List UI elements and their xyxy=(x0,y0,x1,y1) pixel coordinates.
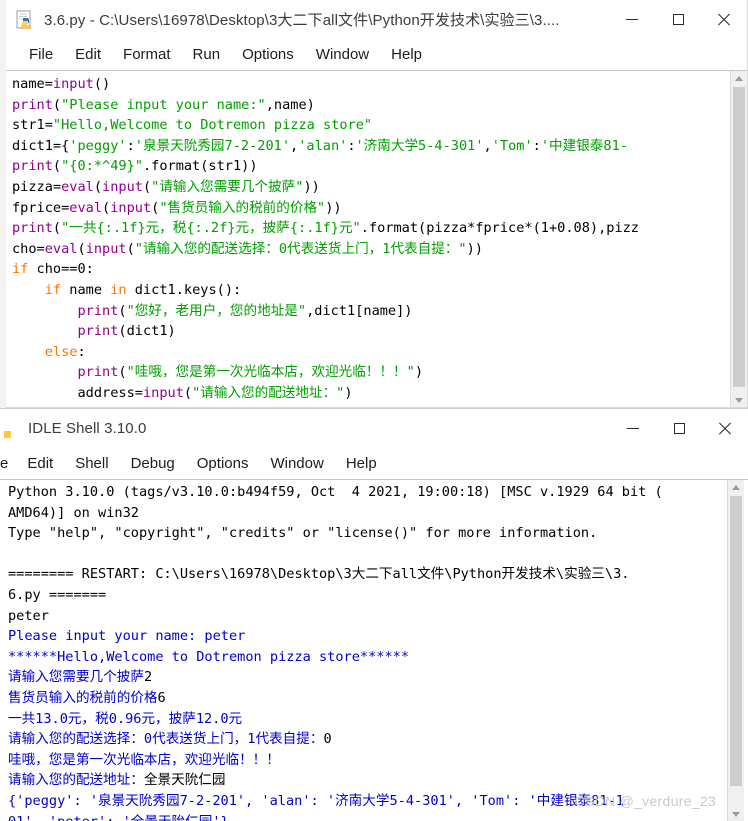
shell-titlebar: IDLE Shell 3.10.0 xyxy=(0,409,748,449)
code-line: print(dict1) xyxy=(77,323,176,340)
code-editor-textarea[interactable]: name=input() print("Please input your nam… xyxy=(6,71,730,407)
menu-file[interactable]: e xyxy=(0,449,16,479)
shell-menubar: e Edit Shell Debug Options Window Help xyxy=(0,449,748,479)
code-line: name=input() xyxy=(12,76,111,92)
menu-help[interactable]: Help xyxy=(335,449,388,479)
menu-file[interactable]: File xyxy=(18,40,64,70)
shell-line: 01', 'peter': '全景天阭仁园'} xyxy=(8,812,728,821)
shell-window-controls xyxy=(610,409,748,449)
shell-line: 请输入您需要几个披萨2 xyxy=(8,669,153,686)
menu-edit[interactable]: Edit xyxy=(16,449,64,479)
editor-vertical-scrollbar[interactable] xyxy=(730,71,747,407)
close-button[interactable] xyxy=(702,409,748,449)
shell-line: AMD64)] on win32 xyxy=(8,504,139,521)
editor-window-controls xyxy=(609,0,747,40)
code-line: dict1={'peggy':'泉景天阭秀园7-2-201','alan':'济… xyxy=(12,137,628,154)
menu-format[interactable]: Format xyxy=(112,40,182,70)
menu-run[interactable]: Run xyxy=(182,40,232,70)
menu-options[interactable]: Options xyxy=(186,449,260,479)
menu-options[interactable]: Options xyxy=(231,40,305,70)
shell-line: Python 3.10.0 (tags/v3.10.0:b494f59, Oct… xyxy=(8,484,663,500)
editor-title: 3.6.py - C:\Users\16978\Desktop\3大二下all文… xyxy=(44,12,560,29)
shell-line: 请输入您的配送选择：0代表送货上门，1代表自提：0 xyxy=(8,731,332,748)
scroll-down-arrow[interactable] xyxy=(731,393,747,407)
maximize-button[interactable] xyxy=(655,0,701,40)
python-file-icon xyxy=(16,10,36,30)
code-line: str1="Hello,Welcome to Dotremon pizza st… xyxy=(12,117,373,134)
minimize-button[interactable] xyxy=(610,409,656,449)
code-line: pizza=eval(input("请输入您需要几个披萨")) xyxy=(12,178,320,195)
code-line: else: xyxy=(44,343,86,360)
scroll-up-arrow[interactable] xyxy=(731,71,747,85)
scroll-up-arrow[interactable] xyxy=(728,480,744,494)
code-line: dict1[name]=address xyxy=(12,404,730,408)
code-line: print("一共{:.1f}元，税{:.2f}元，披萨{:.1f}元".for… xyxy=(12,220,639,237)
shell-output-textarea[interactable]: Python 3.10.0 (tags/v3.10.0:b494f59, Oct… xyxy=(8,480,728,821)
shell-line: 哇哦，您是第一次光临本店，欢迎光临！！！ xyxy=(8,751,280,768)
shell-vertical-scrollbar[interactable] xyxy=(727,480,744,821)
shell-line: Please input your name: peter xyxy=(8,628,246,645)
code-line: print("{0:*^49}".format(str1)) xyxy=(12,158,258,175)
code-line: print("Please input your name:",name) xyxy=(12,96,315,113)
shell-line: 一共13.0元，税0.96元，披萨12.0元 xyxy=(8,710,243,727)
menu-window[interactable]: Window xyxy=(305,40,380,70)
watermark: CSDN @_verdure_23 xyxy=(574,793,716,809)
maximize-button[interactable] xyxy=(656,409,702,449)
minimize-button[interactable] xyxy=(609,0,655,40)
idle-shell-icon xyxy=(4,419,24,439)
shell-line: 售货员输入的税前的价格6 xyxy=(8,689,166,706)
code-line: print("您好，老用户，您的地址是",dict1[name]) xyxy=(77,302,413,319)
shell-scroll-thumb[interactable] xyxy=(730,496,742,786)
close-button[interactable] xyxy=(701,0,747,40)
scroll-down-arrow[interactable] xyxy=(728,807,744,821)
code-line: cho=eval(input("请输入您的配送选择：0代表送货上门，1代表自提：… xyxy=(12,240,483,257)
shell-title: IDLE Shell 3.10.0 xyxy=(28,420,147,437)
menu-debug[interactable]: Debug xyxy=(120,449,186,479)
menu-shell[interactable]: Shell xyxy=(64,449,119,479)
code-line: address=input("请输入您的配送地址：") xyxy=(12,384,353,401)
editor-scroll-thumb[interactable] xyxy=(733,87,745,387)
shell-line: ======== RESTART: C:\Users\16978\Desktop… xyxy=(8,566,630,583)
menu-window[interactable]: Window xyxy=(259,449,334,479)
code-line: print("哇哦，您是第一次光临本店，欢迎光临！！！") xyxy=(77,364,424,381)
code-line: fprice=eval(input("售货员输入的税前的价格")) xyxy=(12,199,342,216)
menu-edit[interactable]: Edit xyxy=(64,40,112,70)
code-line: if name in dict1.keys(): xyxy=(44,281,242,298)
shell-line: peter xyxy=(8,607,49,624)
editor-titlebar: 3.6.py - C:\Users\16978\Desktop\3大二下all文… xyxy=(6,0,747,40)
shell-line: Type "help", "copyright", "credits" or "… xyxy=(8,525,598,542)
shell-line: 6.py ======= xyxy=(8,586,107,603)
editor-menubar: File Edit Format Run Options Window Help xyxy=(6,40,747,70)
shell-window: IDLE Shell 3.10.0 e Edit Shell Debug Opt… xyxy=(0,408,748,821)
shell-line: 请输入您的配送地址：全景天阭仁园 xyxy=(8,772,226,789)
shell-line: ******Hello,Welcome to Dotremon pizza st… xyxy=(8,648,410,665)
editor-window: 3.6.py - C:\Users\16978\Desktop\3大二下all文… xyxy=(6,0,748,408)
code-line: if cho==0: xyxy=(12,261,94,278)
menu-help[interactable]: Help xyxy=(380,40,433,70)
